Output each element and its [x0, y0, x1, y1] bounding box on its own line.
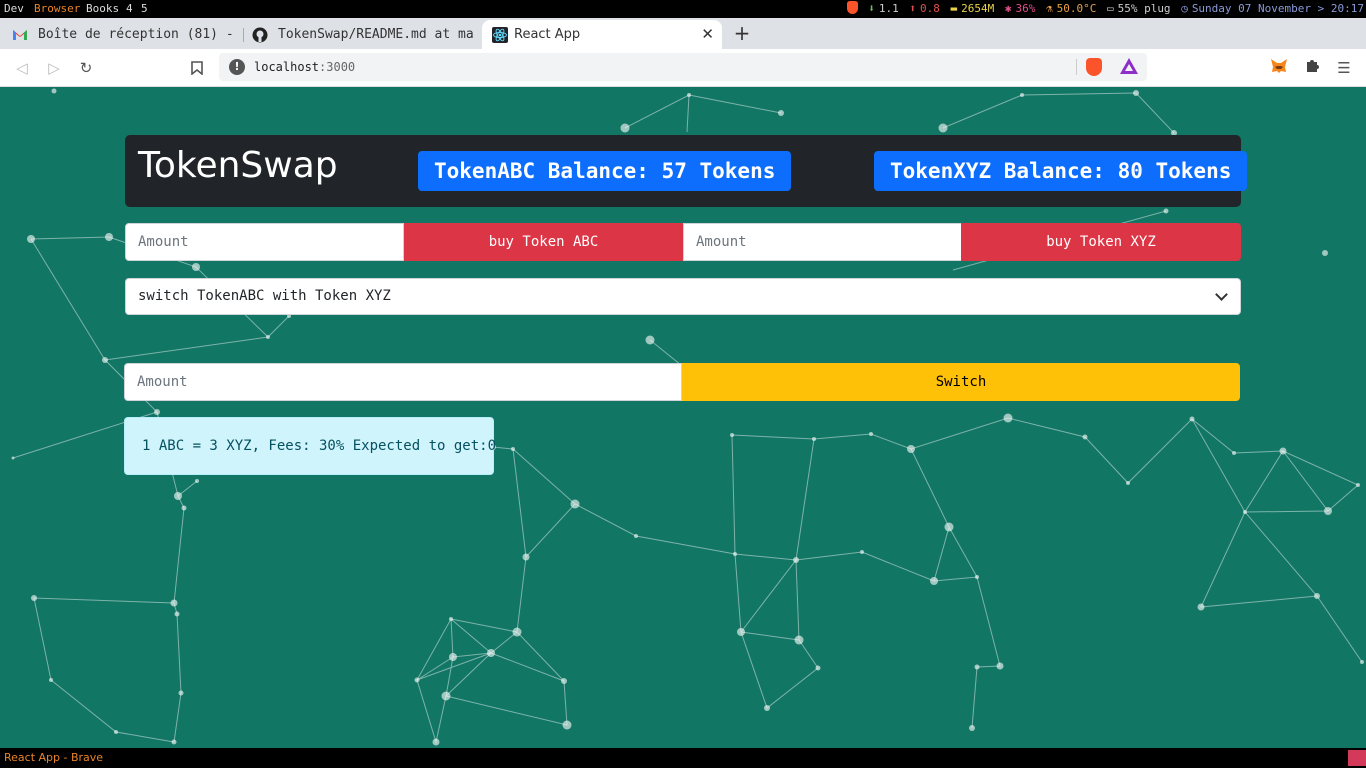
tab-label: React App	[514, 27, 581, 42]
bookmark-icon[interactable]	[186, 57, 208, 79]
site-info-icon[interactable]: !	[229, 59, 245, 75]
tab-gmail[interactable]: Boîte de réception (81) -	[2, 20, 242, 49]
download-rate: 1.1	[878, 2, 899, 15]
clock-icon: ◷	[1181, 2, 1188, 15]
window-title: React App - Brave	[4, 751, 104, 764]
metamask-icon[interactable]	[1269, 58, 1289, 78]
omnibox-divider	[1076, 59, 1077, 75]
temperature-icon: ⚗	[1045, 2, 1053, 15]
balance-abc-badge: TokenABC Balance: 57 Tokens	[418, 151, 792, 191]
address-bar[interactable]: ! localhost:3000	[219, 53, 1147, 81]
upload-rate: 0.8	[919, 2, 940, 15]
tab-label: Boîte de réception (81) -	[38, 27, 234, 42]
brave-rewards-icon[interactable]	[1120, 58, 1138, 74]
page-viewport: TokenSwap TokenABC Balance: 57 Tokens To…	[0, 87, 1366, 748]
cpu-usage: 36%	[1015, 2, 1036, 15]
cpu-icon: ✱	[1004, 2, 1012, 15]
app-header: TokenSwap TokenABC Balance: 57 Tokens To…	[125, 135, 1248, 207]
battery: 55% plug	[1117, 2, 1171, 15]
workspace-5[interactable]: 5	[141, 0, 148, 18]
memory-icon: ▬	[950, 2, 958, 15]
browser-toolbar: ◁ ▷ ↻ ! localhost:3000 ☰	[0, 49, 1366, 87]
url-host: localhost	[254, 60, 320, 74]
url-port: :3000	[319, 60, 356, 74]
swap-direction-value: switch TokenABC with Token XYZ	[138, 288, 391, 304]
buy-abc-amount-input[interactable]	[125, 223, 404, 261]
system-stats: ⬇ 1.1 ⬆ 0.8 ▬ 2654M ✱ 36% ⚗ 50.0°C ▭ 55% plug …	[843, 0, 1364, 18]
workspace-books[interactable]: Books	[86, 0, 119, 18]
switch-button[interactable]: Switch	[682, 363, 1240, 401]
github-icon	[252, 27, 268, 43]
workspace-dev[interactable]: Dev	[4, 0, 24, 18]
buy-token-xyz-button[interactable]: buy Token XYZ	[961, 223, 1241, 261]
date: Sunday 07 November > 20:17	[1191, 2, 1364, 15]
download-icon: ⬇	[868, 2, 875, 15]
tab-github[interactable]: TokenSwap/README.md at ma	[242, 20, 480, 49]
chevron-down-icon	[1215, 288, 1228, 301]
exchange-rate-info: 1 ABC = 3 XYZ, Fees: 30% Expected to get…	[124, 417, 496, 475]
menu-icon[interactable]: ☰	[1334, 58, 1354, 78]
battery-icon: ▭	[1106, 2, 1114, 15]
memory-usage: 2654M	[961, 2, 995, 15]
reload-icon[interactable]: ↻	[75, 57, 97, 79]
workspace-browser[interactable]: Browser	[34, 0, 80, 18]
buy-token-abc-button[interactable]: buy Token ABC	[404, 223, 683, 261]
react-icon	[492, 27, 508, 43]
window-title-bar: React App - Brave	[0, 748, 1366, 768]
gmail-icon	[13, 30, 27, 40]
brave-shields-icon[interactable]	[1086, 58, 1102, 76]
layout-indicator-icon	[1348, 750, 1366, 766]
extensions-icon[interactable]	[1302, 58, 1322, 78]
switch-amount-input[interactable]	[124, 363, 682, 401]
back-icon[interactable]: ◁	[11, 57, 33, 79]
url-text[interactable]: localhost:3000	[254, 53, 355, 81]
buy-xyz-amount-input[interactable]	[683, 223, 962, 261]
tab-label: TokenSwap/README.md at ma	[278, 27, 474, 42]
forward-icon[interactable]: ▷	[43, 57, 65, 79]
tab-react-app[interactable]: React App ✕	[482, 20, 722, 49]
temperature: 50.0°C	[1056, 2, 1097, 15]
tab-strip: Boîte de réception (81) - TokenSwap/READ…	[0, 18, 1366, 49]
app-title: TokenSwap	[138, 145, 338, 186]
brave-tray-icon[interactable]	[846, 1, 858, 14]
upload-icon: ⬆	[909, 2, 916, 15]
close-tab-icon[interactable]: ✕	[701, 20, 714, 49]
swap-direction-select[interactable]: switch TokenABC with Token XYZ	[125, 278, 1241, 315]
balance-xyz-badge: TokenXYZ Balance: 80 Tokens	[874, 151, 1248, 191]
new-tab-button[interactable]: +	[731, 18, 753, 49]
system-bar: Dev Browser Books 4 5 ⬇ 1.1 ⬆ 0.8 ▬ 2654M ✱…	[0, 0, 1366, 18]
workspace-4[interactable]: 4	[126, 0, 133, 18]
